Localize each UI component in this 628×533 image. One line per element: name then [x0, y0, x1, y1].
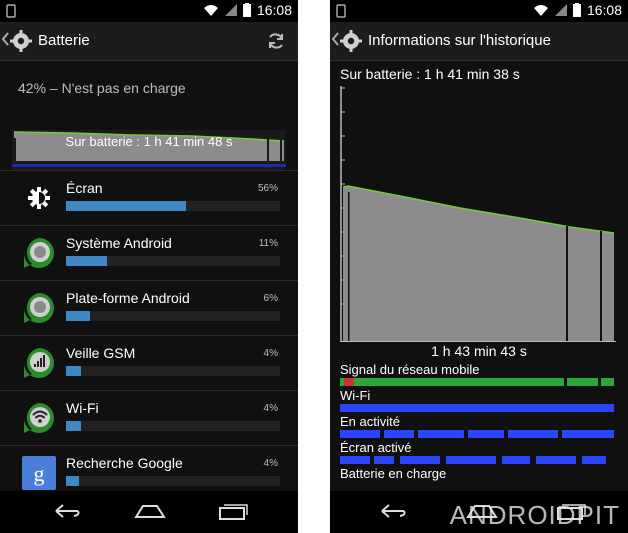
- status-bar: 16:08: [0, 0, 298, 22]
- recent-apps-icon[interactable]: [218, 501, 248, 521]
- usage-bar-fill: [66, 256, 107, 266]
- usage-bar: [66, 476, 280, 486]
- usage-bar-fill: [66, 421, 81, 431]
- page-title: Batterie: [38, 32, 90, 49]
- wifi-status-icon: [203, 5, 218, 16]
- back-icon[interactable]: [52, 501, 82, 521]
- wifi-signal-bar: [340, 404, 614, 412]
- screen-on-bar: [340, 456, 606, 464]
- home-icon[interactable]: [134, 501, 166, 521]
- wifi-status-icon: [533, 5, 548, 16]
- usage-percent: 4%: [263, 458, 278, 469]
- phone-notification-icon: [6, 4, 16, 18]
- usage-name: Plate-forme Android: [66, 290, 190, 306]
- battery-status-icon: [242, 3, 251, 17]
- mobile-signal-bar: [340, 378, 614, 386]
- usage-percent: 6%: [263, 293, 278, 304]
- svg-text:g: g: [34, 461, 45, 486]
- signal-label: Signal du réseau mobile: [340, 362, 480, 377]
- android-system-icon: [24, 238, 54, 268]
- action-bar: Informations sur l'historique: [330, 22, 628, 61]
- usage-row-android-system[interactable]: Système Android 11%: [0, 225, 298, 280]
- battery-usage-list: Écran 56% Système Android 11% Plate-form…: [0, 170, 298, 500]
- up-chevron-icon[interactable]: [2, 32, 10, 46]
- signal-status-icon: [224, 4, 237, 16]
- usage-bar: [66, 201, 280, 211]
- screen-on-row: Écran activé: [340, 440, 616, 466]
- charging-row: Batterie en charge: [340, 466, 616, 492]
- usage-bar: [66, 311, 280, 321]
- status-bar: 16:08: [330, 0, 628, 22]
- usage-name: Écran: [66, 180, 103, 196]
- wifi-icon: [24, 403, 54, 433]
- usage-percent: 4%: [263, 348, 278, 359]
- cell-standby-icon: [24, 348, 54, 378]
- usage-bar-fill: [66, 366, 81, 376]
- usage-bar: [66, 421, 280, 431]
- battery-status-icon: [572, 3, 581, 17]
- usage-row-wifi[interactable]: Wi-Fi 4%: [0, 390, 298, 445]
- google-search-icon: g: [22, 456, 56, 490]
- usage-bar-fill: [66, 476, 79, 486]
- back-icon[interactable]: [378, 501, 408, 521]
- usage-percent: 11%: [258, 238, 278, 249]
- signal-status-icon: [554, 4, 567, 16]
- usage-percent: 4%: [263, 403, 278, 414]
- page-title: Informations sur l'historique: [368, 32, 551, 49]
- usage-name: Système Android: [66, 235, 172, 251]
- awake-bar: [340, 430, 614, 438]
- wifi-signal-row: Wi-Fi: [340, 388, 616, 414]
- battery-screen: 16:08 Batterie 42% – N'est pas en charge: [0, 0, 298, 533]
- usage-row-cell-standby[interactable]: Veille GSM 4%: [0, 335, 298, 390]
- androidpit-watermark: ANDROIDPIT: [449, 500, 620, 530]
- battery-history-large-graph: [340, 86, 616, 342]
- usage-name: Recherche Google: [66, 455, 183, 471]
- usage-bar: [66, 256, 280, 266]
- signal-label: Wi-Fi: [340, 388, 371, 403]
- display-icon: [28, 187, 50, 209]
- signal-label: Écran activé: [340, 440, 412, 455]
- usage-bar: [66, 366, 280, 376]
- usage-name: Wi-Fi: [66, 400, 99, 416]
- android-platform-icon: [24, 293, 54, 323]
- usage-bar-fill: [66, 311, 90, 321]
- battery-summary: 42% – N'est pas en charge: [18, 80, 186, 96]
- history-duration: 1 h 43 min 43 s: [431, 343, 527, 359]
- phone-notification-icon: [336, 4, 346, 18]
- settings-gear-icon[interactable]: [340, 30, 362, 52]
- refresh-icon[interactable]: [266, 31, 286, 51]
- mobile-signal-row: Signal du réseau mobile: [340, 362, 616, 388]
- on-battery-time: Sur batterie : 1 h 41 min 48 s: [65, 134, 233, 149]
- battery-history-graph[interactable]: Sur batterie : 1 h 41 min 48 s: [12, 130, 286, 170]
- up-chevron-icon[interactable]: [332, 32, 340, 46]
- on-battery-time: Sur batterie : 1 h 41 min 38 s: [340, 66, 520, 82]
- signal-label: Batterie en charge: [340, 466, 447, 481]
- usage-row-screen[interactable]: Écran 56%: [0, 170, 298, 225]
- navigation-bar: [0, 491, 298, 533]
- history-details-screen: 16:08 Informations sur l'historique Sur …: [330, 0, 628, 533]
- status-clock: 16:08: [256, 2, 292, 18]
- usage-bar-fill: [66, 201, 186, 211]
- action-bar: Batterie: [0, 22, 298, 61]
- awake-row: En activité: [340, 414, 616, 440]
- settings-gear-icon[interactable]: [10, 30, 32, 52]
- usage-percent: 56%: [257, 183, 278, 194]
- signal-label: En activité: [340, 414, 400, 429]
- status-clock: 16:08: [586, 2, 622, 18]
- usage-row-android-platform[interactable]: Plate-forme Android 6%: [0, 280, 298, 335]
- usage-name: Veille GSM: [66, 345, 136, 361]
